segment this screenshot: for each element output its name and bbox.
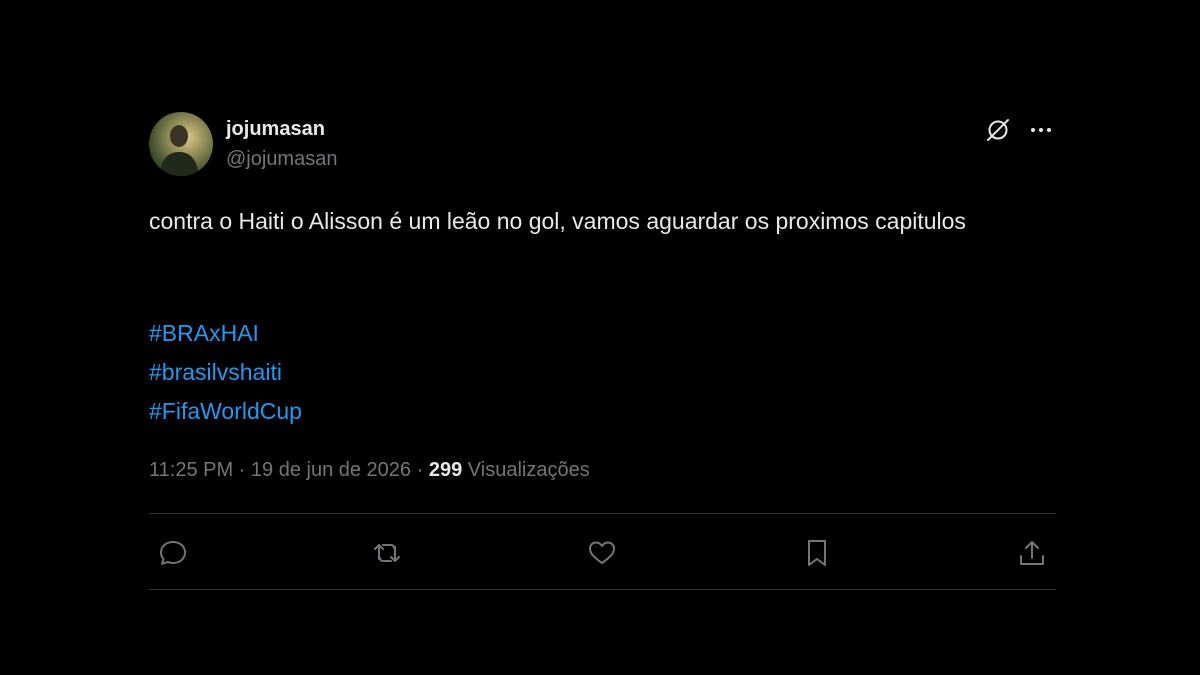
tweet-header: jojumasan @jojumasan: [149, 112, 1056, 178]
divider: [149, 513, 1056, 514]
handle[interactable]: @jojumasan: [226, 147, 337, 171]
hashtag-list: #BRAxHAI #brasilvshaiti #FifaWorldCup: [149, 314, 302, 431]
reply-icon[interactable]: [156, 536, 190, 570]
hashtag-link[interactable]: #brasilvshaiti: [149, 353, 302, 392]
avatar[interactable]: [149, 112, 213, 176]
views-count[interactable]: 299: [429, 459, 462, 481]
meta-separator: ·: [233, 459, 251, 481]
tweet-date[interactable]: 19 de jun de 2026: [251, 459, 411, 481]
like-icon[interactable]: [585, 536, 619, 570]
grok-icon[interactable]: [984, 116, 1012, 144]
hashtag-link[interactable]: #FifaWorldCup: [149, 392, 302, 431]
tweet-text: contra o Haiti o Alisson é um leão no go…: [149, 208, 966, 234]
bookmark-icon[interactable]: [800, 536, 834, 570]
tweet-metadata: 11:25 PM · 19 de jun de 2026 · 299 Visua…: [149, 458, 590, 482]
retweet-icon[interactable]: [370, 536, 404, 570]
views-label: Visualizações: [462, 459, 590, 481]
more-icon[interactable]: [1027, 116, 1055, 144]
hashtag-link[interactable]: #BRAxHAI: [149, 314, 302, 353]
tweet-time[interactable]: 11:25 PM: [149, 459, 233, 481]
divider: [149, 589, 1056, 590]
meta-separator: ·: [411, 459, 429, 481]
share-icon[interactable]: [1015, 536, 1049, 570]
author-names: jojumasan @jojumasan: [226, 117, 337, 171]
tweet-card: jojumasan @jojumasan contra o Haiti o Al…: [149, 112, 1056, 590]
display-name[interactable]: jojumasan: [226, 117, 337, 141]
